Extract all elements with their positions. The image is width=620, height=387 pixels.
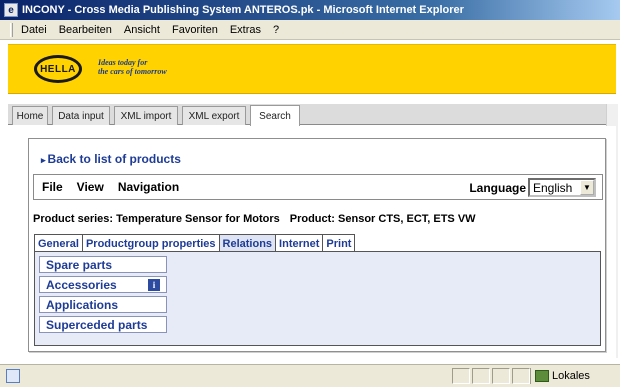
- window-title: INCONY - Cross Media Publishing System A…: [22, 4, 464, 16]
- status-cell: [512, 368, 530, 384]
- menu-datei[interactable]: Datei: [21, 24, 47, 36]
- menubar-grip: [10, 22, 13, 37]
- tagline-line2: the cars of tomorrow: [98, 67, 167, 76]
- brand-header: HELLA Ideas today for the cars of tomorr…: [8, 44, 616, 94]
- product-panel: ▸ Back to list of products File View Navi…: [28, 138, 606, 352]
- menu-favoriten[interactable]: Favoriten: [172, 24, 218, 36]
- tab-productgroup-properties[interactable]: Productgroup properties: [81, 234, 220, 252]
- tab-general[interactable]: General: [34, 234, 83, 252]
- status-cell: [452, 368, 470, 384]
- applications-button[interactable]: Applications: [39, 296, 167, 313]
- page-status-icon: [6, 369, 20, 383]
- tab-xml-import[interactable]: XML import: [114, 106, 178, 125]
- product-name: Product: Sensor CTS, ECT, ETS VW: [289, 213, 476, 225]
- app-tabs: Home Data input XML import XML export Se…: [8, 104, 616, 126]
- accessories-label: Accessories: [46, 277, 117, 292]
- detail-tabs: General Productgroup properties Relation…: [34, 234, 356, 252]
- product-toolbar: File View Navigation Language English ▼: [33, 174, 603, 200]
- tab-home[interactable]: Home: [12, 106, 48, 125]
- relations-panel: Spare parts Accessories i Applications S…: [34, 251, 601, 346]
- status-cell: [492, 368, 510, 384]
- dropdown-arrow-icon[interactable]: ▼: [580, 180, 594, 195]
- language-value: English: [533, 180, 573, 195]
- info-icon[interactable]: i: [148, 279, 160, 291]
- tagline-line1: Ideas today for: [98, 58, 148, 67]
- menu-bearbeiten[interactable]: Bearbeiten: [59, 24, 112, 36]
- brand-tagline: Ideas today for the cars of tomorrow: [98, 58, 167, 76]
- hella-logo: HELLA: [34, 55, 82, 83]
- tab-xml-export[interactable]: XML export: [182, 106, 246, 125]
- tab-internet[interactable]: Internet: [275, 234, 324, 252]
- language-select[interactable]: English ▼: [528, 178, 596, 197]
- window-titlebar: e INCONY - Cross Media Publishing System…: [0, 0, 620, 20]
- security-zone: Lokales: [530, 368, 620, 384]
- status-bar: Lokales: [0, 364, 620, 387]
- menu-navigation[interactable]: Navigation: [118, 180, 179, 194]
- menu-extras[interactable]: Extras: [230, 24, 261, 36]
- language-label: Language: [469, 181, 526, 195]
- product-series: Product series: Temperature Sensor for M…: [33, 213, 280, 225]
- tab-print[interactable]: Print: [322, 234, 356, 252]
- menu-view[interactable]: View: [77, 180, 104, 194]
- tab-search[interactable]: Search: [250, 105, 300, 126]
- superceded-parts-button[interactable]: Superceded parts: [39, 316, 167, 333]
- spare-parts-button[interactable]: Spare parts: [39, 256, 167, 273]
- back-to-list-link[interactable]: ▸ Back to list of products: [41, 152, 181, 166]
- menu-ansicht[interactable]: Ansicht: [124, 24, 160, 36]
- tab-data-input[interactable]: Data input: [52, 106, 110, 125]
- main-content: ▸ Back to list of products File View Navi…: [8, 126, 616, 358]
- menu-help[interactable]: ?: [273, 24, 279, 36]
- local-zone-icon: [535, 370, 549, 382]
- product-info: Product series: Temperature Sensor for M…: [33, 213, 476, 225]
- back-link-label: Back to list of products: [47, 152, 181, 166]
- menu-bar: Datei Bearbeiten Ansicht Favoriten Extra…: [0, 20, 620, 40]
- bullet-icon: ▸: [41, 155, 46, 165]
- ie-app-icon: e: [4, 3, 18, 17]
- menu-file[interactable]: File: [42, 180, 63, 194]
- zone-label: Lokales: [552, 370, 590, 382]
- tab-relations[interactable]: Relations: [218, 234, 277, 252]
- accessories-button[interactable]: Accessories i: [39, 276, 167, 293]
- status-cell: [472, 368, 490, 384]
